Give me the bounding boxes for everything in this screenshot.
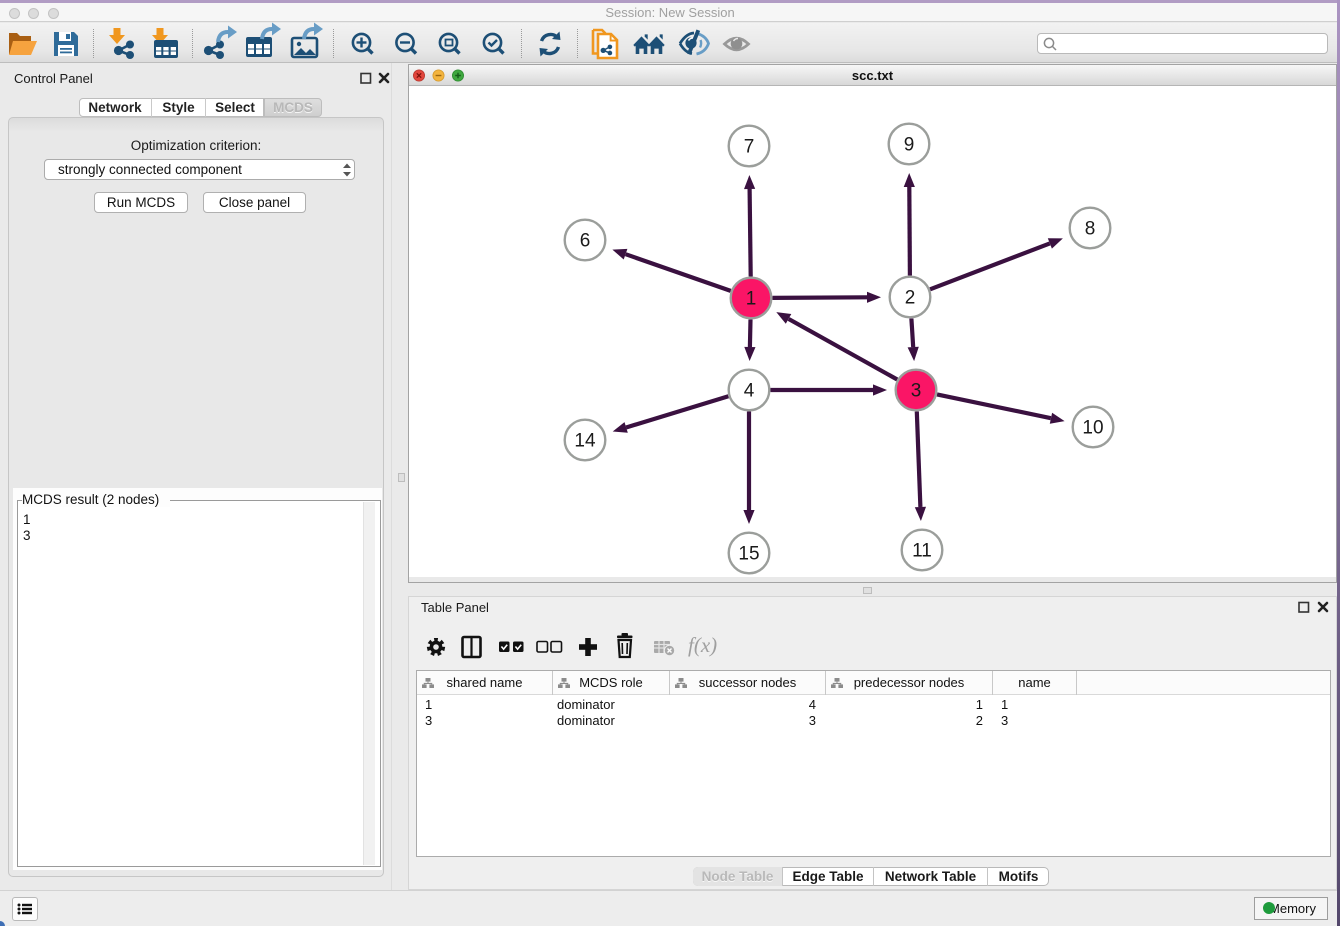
svg-text:6: 6 — [580, 231, 591, 252]
svg-text:3: 3 — [911, 381, 922, 402]
svg-text:9: 9 — [904, 135, 915, 156]
svg-text:2: 2 — [905, 288, 916, 309]
svg-text:7: 7 — [744, 137, 755, 158]
svg-text:10: 10 — [1082, 418, 1103, 439]
svg-text:1: 1 — [746, 289, 757, 310]
svg-text:11: 11 — [912, 541, 932, 562]
svg-text:15: 15 — [738, 544, 759, 565]
svg-text:4: 4 — [744, 381, 755, 402]
svg-text:8: 8 — [1085, 219, 1096, 240]
svg-text:14: 14 — [574, 431, 596, 452]
